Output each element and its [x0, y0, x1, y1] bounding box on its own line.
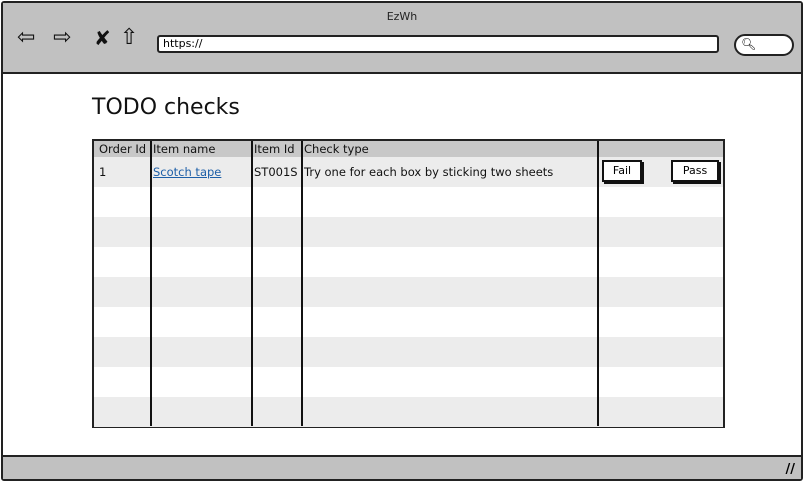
- table-row: [94, 277, 723, 307]
- table-row: [94, 307, 723, 337]
- column-divider: [301, 141, 303, 426]
- column-divider: [150, 141, 152, 426]
- arrow-left-icon[interactable]: ⇦: [17, 25, 35, 50]
- pass-button[interactable]: Pass: [671, 160, 719, 182]
- fail-button[interactable]: Fail: [602, 160, 642, 182]
- browser-window: EzWh ⇦ ⇨ ✘ ⇧ https:// 🔍︎ TODO checks Ord…: [1, 1, 803, 481]
- header-order-id: Order Id: [99, 142, 147, 156]
- header-item-name: Item name: [153, 142, 216, 156]
- status-bar: //: [3, 455, 801, 479]
- page-title: TODO checks: [92, 95, 240, 120]
- url-input[interactable]: https://: [157, 35, 719, 53]
- home-icon[interactable]: ⇧: [120, 25, 138, 50]
- cell-order-id: 1: [99, 165, 107, 179]
- column-divider: [597, 141, 599, 426]
- close-icon[interactable]: ✘: [94, 26, 111, 50]
- cell-check-type: Try one for each box by sticking two she…: [304, 165, 554, 179]
- resize-grip-icon[interactable]: //: [786, 462, 796, 477]
- cell-item-id: ST001S: [254, 165, 298, 179]
- search-icon: 🔍︎: [741, 37, 757, 51]
- item-name-link[interactable]: Scotch tape: [153, 165, 247, 179]
- table-row: [94, 367, 723, 397]
- window-title: EzWh: [386, 10, 418, 23]
- table-row: [94, 247, 723, 277]
- table-row: [94, 337, 723, 367]
- header-item-id: Item Id: [254, 142, 295, 156]
- table-row: [94, 217, 723, 247]
- search-button[interactable]: 🔍︎: [734, 34, 794, 56]
- table-row: [94, 187, 723, 217]
- column-divider: [251, 141, 253, 426]
- arrow-right-icon[interactable]: ⇨: [53, 25, 71, 50]
- browser-toolbar: EzWh ⇦ ⇨ ✘ ⇧ https:// 🔍︎: [3, 3, 801, 74]
- header-check-type: Check type: [304, 142, 369, 156]
- todo-checks-table: Order Id Item name Item Id Check type 1 …: [92, 139, 725, 428]
- table-row: [94, 397, 723, 427]
